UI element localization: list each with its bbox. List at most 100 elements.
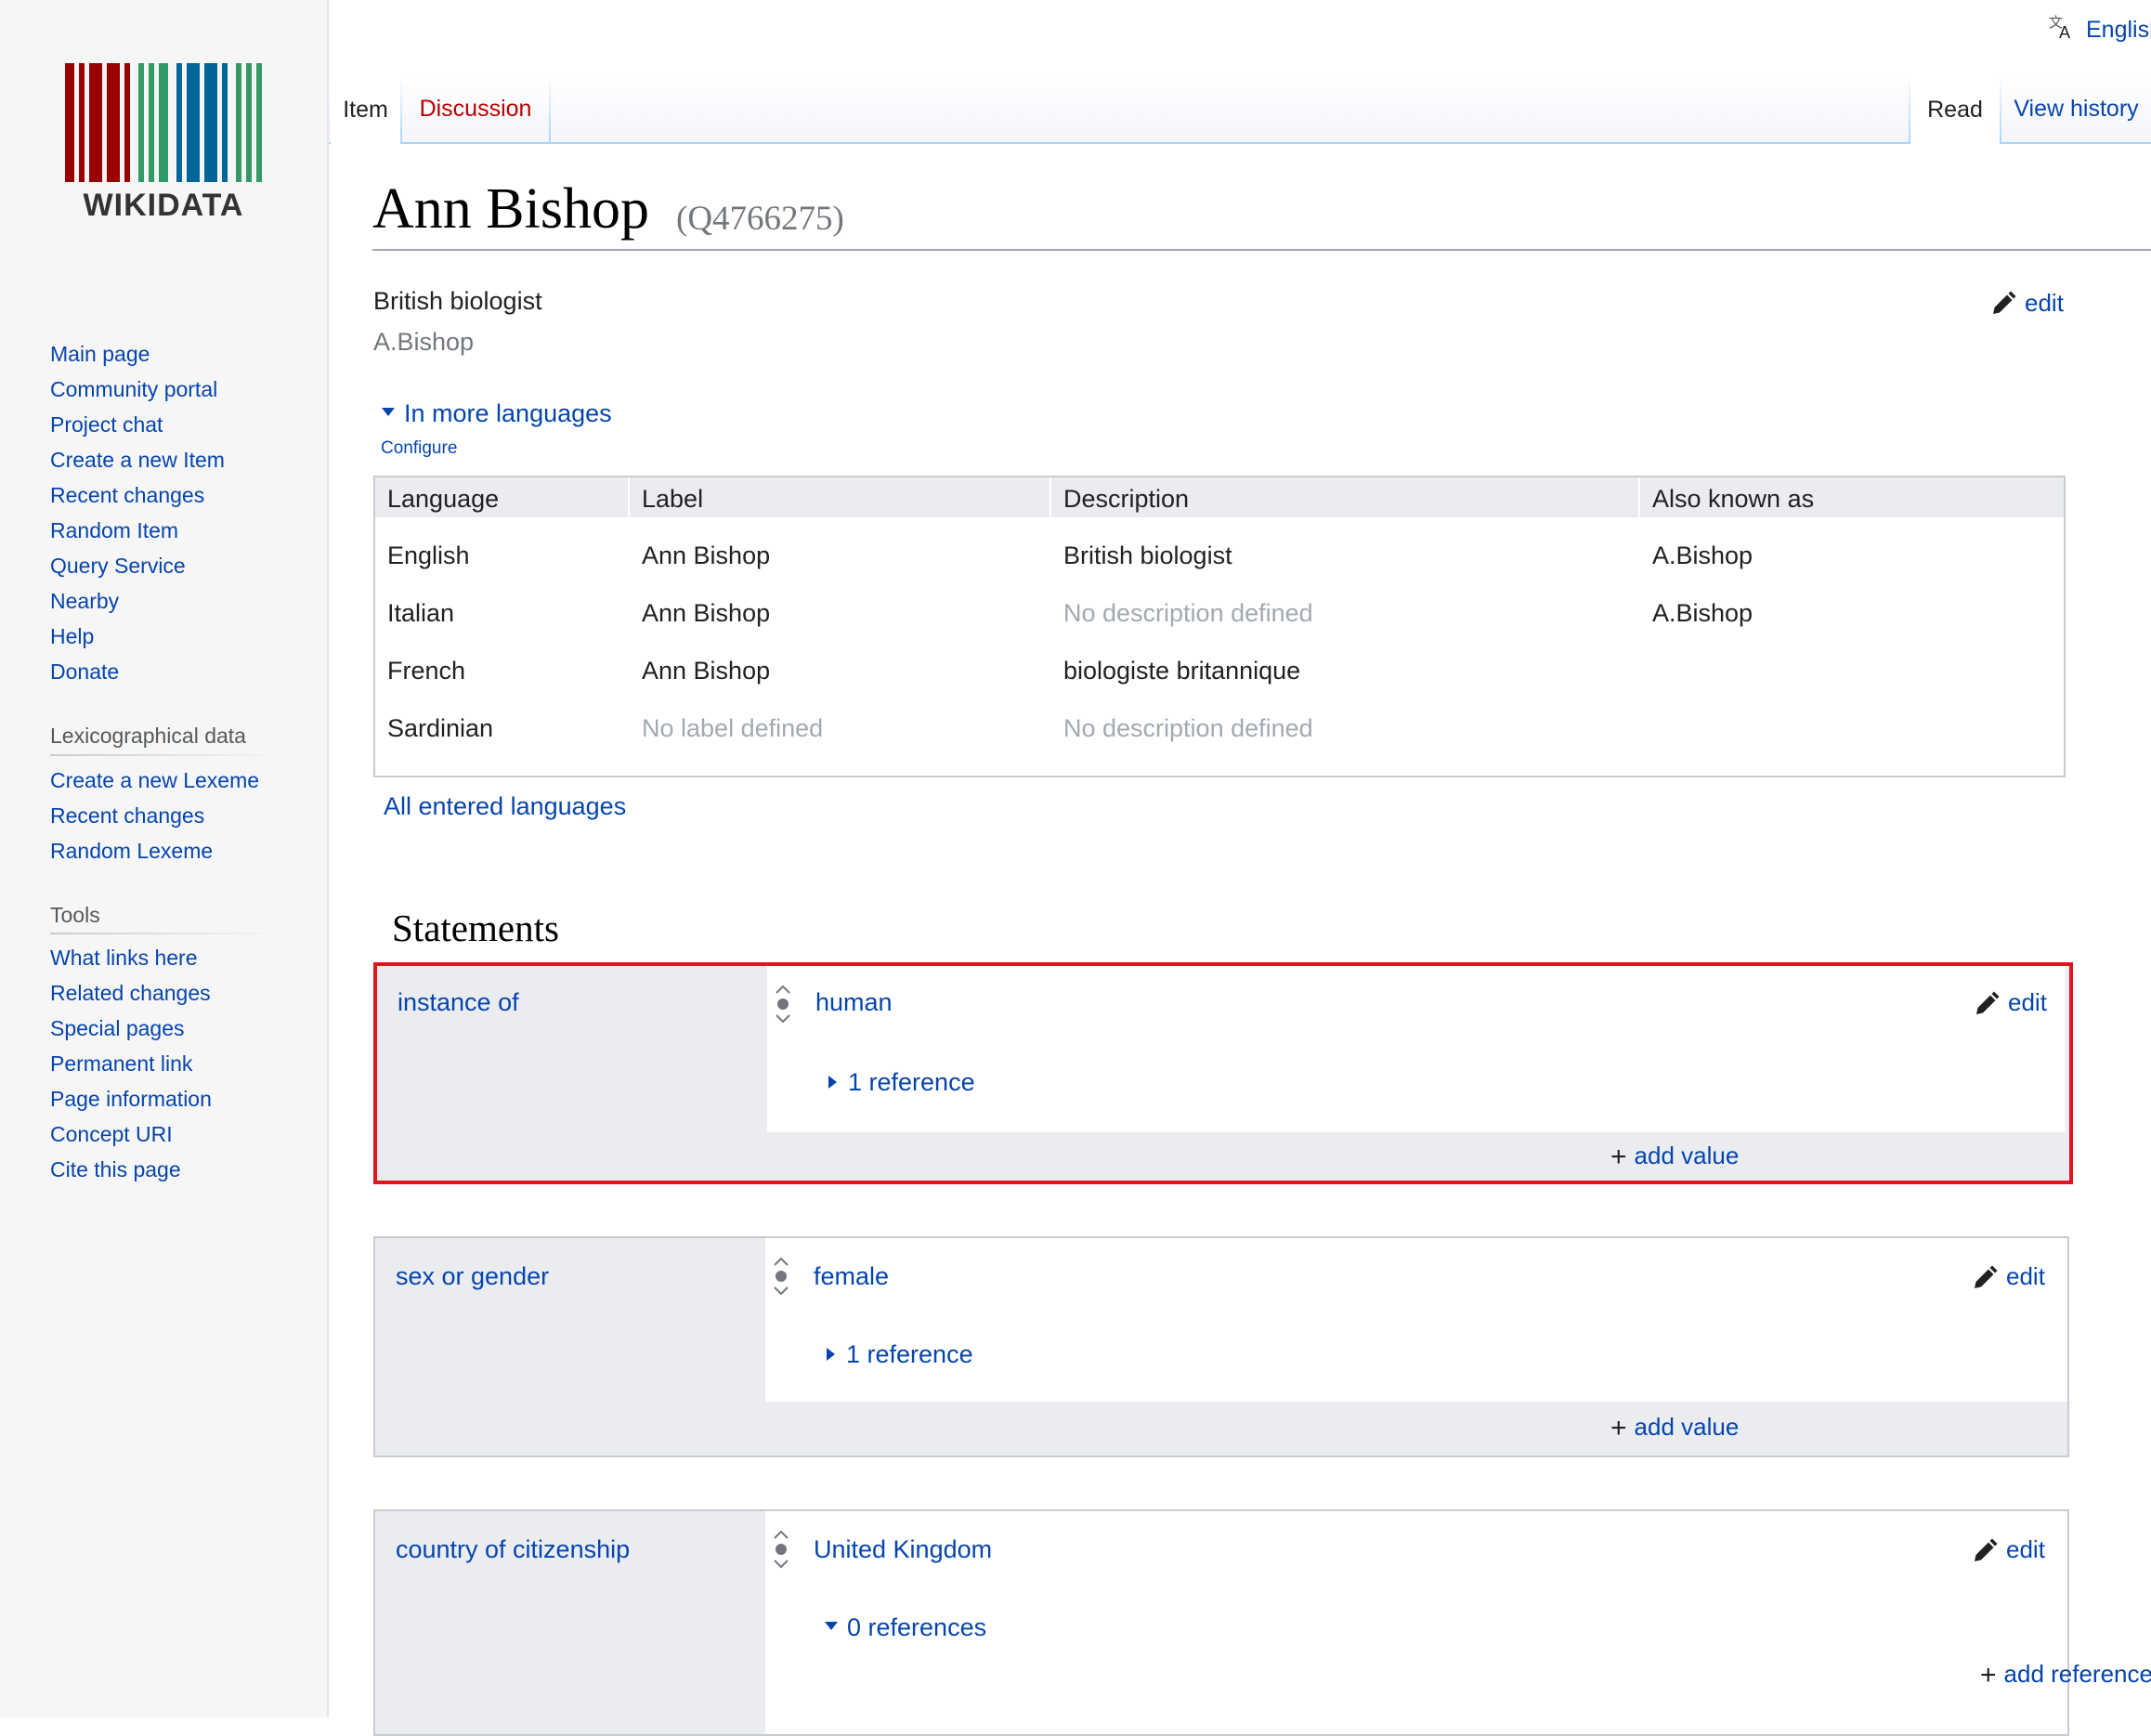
pencil-icon[interactable] [1973, 990, 2001, 1018]
statement-value-box: United Kingdom edit 0 references + add re… [765, 1511, 2151, 1734]
plus-icon: + [1610, 1142, 1627, 1172]
statement-value[interactable]: female [814, 1262, 889, 1291]
references-toggle[interactable]: 1 reference [828, 1068, 975, 1097]
statement-value[interactable]: United Kingdom [814, 1535, 992, 1564]
nav-lexeme-recent-changes[interactable]: Recent changes [50, 803, 204, 829]
logo-bar [138, 63, 144, 182]
add-value-link[interactable]: + add value [1610, 1140, 1740, 1172]
nav-cite-this-page[interactable]: Cite this page [50, 1157, 181, 1182]
statement-edit-link[interactable]: edit [2006, 1535, 2045, 1564]
column-header-language: Language [387, 485, 500, 513]
add-reference-link[interactable]: + add reference [1980, 1658, 2151, 1690]
logo-bar [149, 63, 154, 182]
logo-bar [176, 63, 182, 182]
row-label: Ann Bishop [642, 542, 771, 569]
plus-icon: + [1610, 1413, 1627, 1443]
terms-table: Language Label Description Also known as… [373, 476, 2066, 777]
statement-value-box: female edit 1 reference [765, 1238, 2067, 1402]
nav-community-portal[interactable]: Community portal [50, 377, 217, 402]
nav-permanent-link[interactable]: Permanent link [50, 1051, 192, 1077]
nav-page-information[interactable]: Page information [50, 1087, 212, 1112]
logo-bar [222, 63, 228, 182]
header-edit-link[interactable]: edit [2025, 289, 2064, 318]
row-description: No description defined [1063, 714, 1313, 742]
row-language: Italian [387, 599, 455, 627]
nav-donate[interactable]: Donate [50, 659, 119, 685]
row-aliases: A.Bishop [1652, 542, 1753, 569]
expand-down-icon [382, 408, 395, 417]
row-label: Ann Bishop [642, 599, 771, 627]
configure-link[interactable]: Configure [381, 438, 457, 459]
all-entered-languages-link[interactable]: All entered languages [384, 792, 626, 821]
nav-random-lexeme[interactable]: Random Lexeme [50, 839, 213, 864]
nav-project-chat[interactable]: Project chat [50, 412, 163, 437]
property-link[interactable]: sex or gender [396, 1262, 549, 1291]
logo-bar [246, 63, 252, 182]
nav-main-page[interactable]: Main page [50, 342, 150, 367]
row-label: No label defined [642, 714, 824, 742]
statement-value[interactable]: human [815, 988, 893, 1017]
nav-recent-changes[interactable]: Recent changes [50, 483, 204, 508]
language-selector[interactable]: English [2086, 17, 2151, 44]
row-language: Sardinian [387, 714, 494, 742]
property-link[interactable]: country of citizenship [396, 1535, 630, 1564]
references-count: 1 reference [846, 1340, 973, 1368]
logo-bar [107, 63, 120, 182]
tab-view-history[interactable]: View history [2001, 76, 2151, 142]
nav-related-changes[interactable]: Related changes [50, 981, 211, 1006]
rank-selector-icon[interactable] [771, 1257, 791, 1296]
add-value-label: add value [1634, 1142, 1740, 1169]
logo-bar [187, 63, 200, 182]
logo-wordmark: WIKIDATA [83, 188, 244, 223]
svg-text:A: A [2059, 23, 2070, 41]
item-description: British biologist [373, 287, 542, 315]
statement-edit-link[interactable]: edit [2006, 1262, 2045, 1291]
references-count: 0 references [847, 1613, 987, 1641]
tab-bar-background [329, 74, 2151, 144]
statement-edit-link[interactable]: edit [2008, 988, 2047, 1017]
tab-item[interactable]: Item [331, 76, 400, 144]
pencil-icon[interactable] [1971, 1537, 1999, 1565]
title-divider [372, 249, 2151, 251]
page-title: Ann Bishop [372, 177, 649, 241]
column-separator [628, 477, 630, 517]
row-aliases: A.Bishop [1652, 599, 1753, 627]
nav-create-lexeme[interactable]: Create a new Lexeme [50, 768, 259, 793]
nav-query-service[interactable]: Query Service [50, 554, 186, 579]
references-toggle[interactable]: 1 reference [827, 1340, 973, 1369]
nav-concept-uri[interactable]: Concept URI [50, 1122, 173, 1147]
references-toggle[interactable]: 0 references [825, 1613, 986, 1642]
column-header-description: Description [1063, 485, 1190, 513]
tab-read[interactable]: Read [1910, 76, 2000, 144]
row-description: British biologist [1063, 542, 1232, 569]
in-more-languages-toggle[interactable]: In more languages [382, 399, 612, 428]
property-link[interactable]: instance of [398, 988, 519, 1017]
sidebar-divider [327, 0, 329, 1717]
pencil-icon[interactable] [1989, 290, 2017, 318]
rank-selector-icon[interactable] [773, 985, 793, 1024]
item-id: (Q4766275) [676, 200, 844, 238]
row-language: English [387, 542, 470, 569]
statement-group-country-of-citizenship: country of citizenship United Kingdom ed… [373, 1509, 2151, 1736]
logo-bar [89, 63, 102, 182]
nav-help[interactable]: Help [50, 624, 94, 649]
wikidata-logo[interactable]: WIKIDATA [65, 63, 262, 228]
plus-icon: + [1980, 1660, 1997, 1690]
nav-random-item[interactable]: Random Item [50, 518, 178, 543]
sidebar-rule [50, 933, 282, 934]
add-value-link[interactable]: + add value [1610, 1411, 1739, 1443]
row-language: French [387, 657, 466, 685]
nav-create-item[interactable]: Create a new Item [50, 448, 225, 473]
tools-heading: Tools [50, 903, 100, 927]
lexicographical-heading: Lexicographical data [50, 724, 246, 748]
expand-down-icon [825, 1622, 838, 1631]
nav-what-links-here[interactable]: What links here [50, 946, 198, 971]
tab-discussion[interactable]: Discussion [402, 76, 549, 142]
column-separator [1049, 477, 1051, 517]
pencil-icon[interactable] [1971, 1264, 1999, 1292]
nav-nearby[interactable]: Nearby [50, 589, 119, 614]
rank-selector-icon[interactable] [771, 1530, 791, 1569]
nav-special-pages[interactable]: Special pages [50, 1016, 185, 1041]
translate-icon[interactable]: 文 A [2049, 13, 2077, 42]
logo-bar [159, 63, 168, 182]
